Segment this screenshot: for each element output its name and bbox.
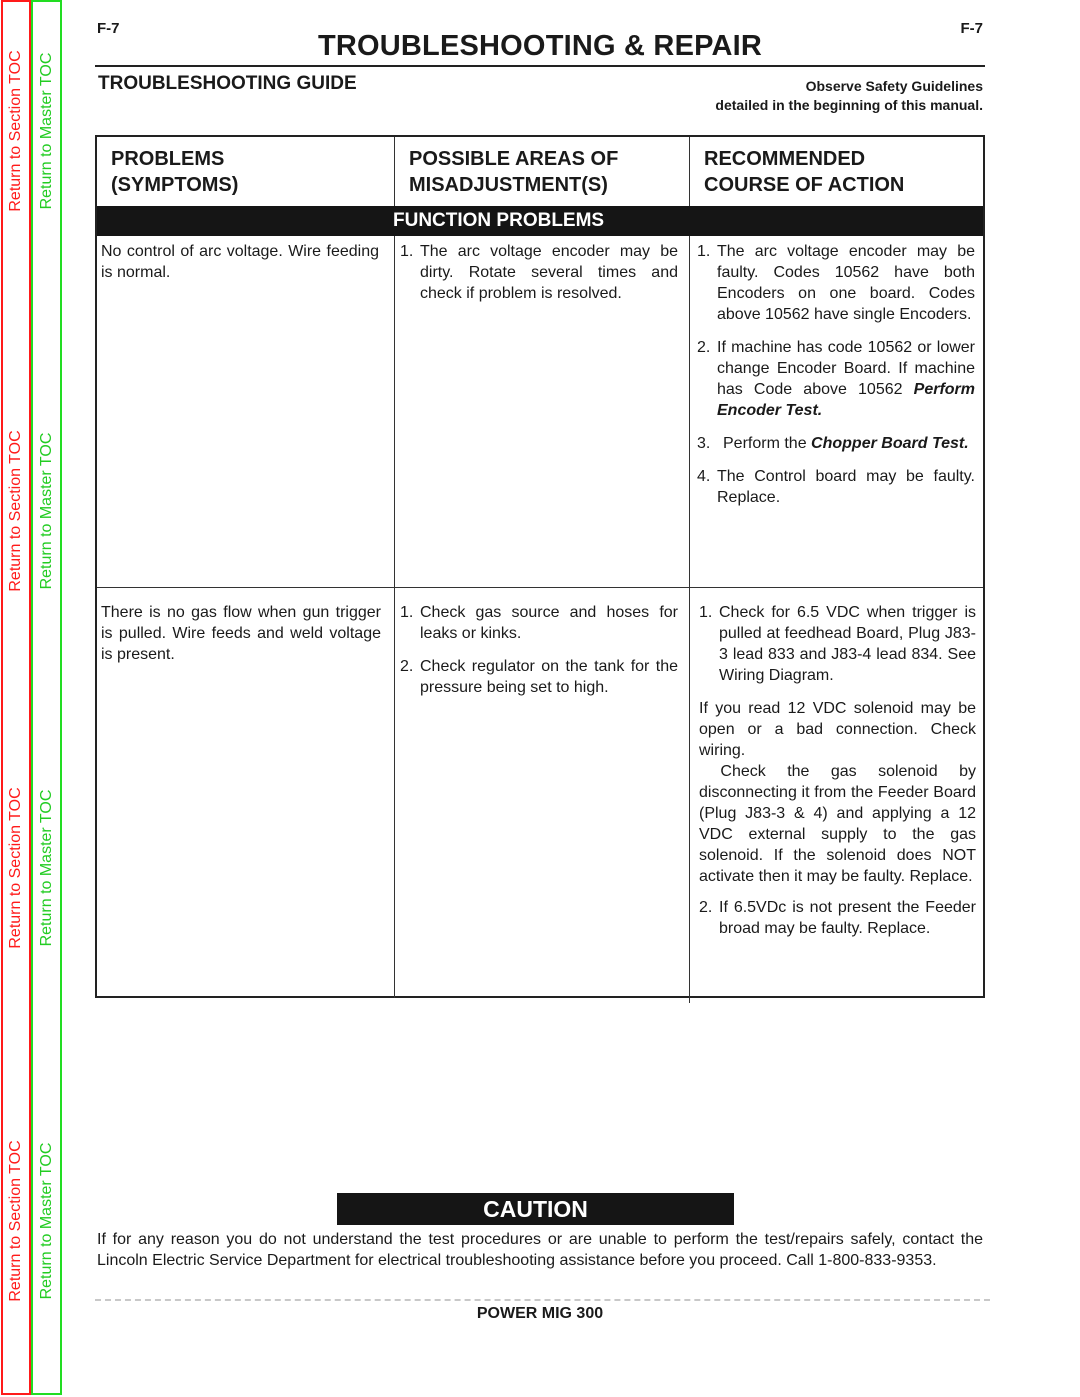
- return-to-section-toc-link[interactable]: Return to Section TOC: [7, 1140, 25, 1301]
- return-to-section-toc-link[interactable]: Return to Section TOC: [7, 430, 25, 591]
- action-paragraph: If you read 12 VDC solenoid may be open …: [699, 700, 976, 759]
- item-number: 2.: [697, 339, 711, 356]
- item-text-plain: Perform the: [723, 435, 807, 452]
- row-divider: [97, 587, 983, 588]
- item-number: 1.: [697, 243, 711, 260]
- item-number: 2.: [699, 899, 713, 916]
- list-item: 1. Check for 6.5 VDC when trigger is pul…: [699, 602, 976, 686]
- item-text: The arc voltage encoder may be dirty. Ro…: [420, 243, 678, 302]
- column-header-line: RECOMMENDED: [704, 148, 866, 170]
- return-to-master-toc-link[interactable]: Return to Master TOC: [38, 790, 56, 947]
- safety-note-line-2: detailed in the beginning of this manual…: [715, 97, 983, 113]
- caution-banner: CAUTION: [337, 1193, 734, 1225]
- item-text: Perform the Chopper Board Test.: [717, 433, 975, 454]
- item-text: Check regulator on the tank for the pres…: [420, 658, 678, 696]
- footer-product-name: POWER MIG 300: [476, 1305, 604, 1322]
- item-text: Check for 6.5 VDC when trigger is pulled…: [719, 604, 976, 684]
- item-text: Check gas source and hoses for leaks or …: [420, 604, 678, 642]
- footer-divider: [95, 1299, 990, 1301]
- item-text: The arc voltage encoder may be faulty. C…: [717, 243, 975, 323]
- column-divider: [689, 137, 690, 206]
- list-item: 4. The Control board may be faulty. Repl…: [697, 466, 975, 508]
- list-item: 1. Check gas source and hoses for leaks …: [400, 602, 678, 644]
- master-toc-bar: Return to Master TOC Return to Master TO…: [31, 0, 62, 1395]
- list-item: 2. Check regulator on the tank for the p…: [400, 656, 678, 698]
- safety-note: Observe Safety Guidelines detailed in th…: [715, 77, 983, 115]
- return-to-master-toc-link[interactable]: Return to Master TOC: [38, 53, 56, 210]
- list-item: 1. The arc voltage encoder may be dirty.…: [400, 241, 678, 304]
- column-divider: [394, 236, 395, 998]
- column-header-line: (SYMPTOMS): [111, 174, 239, 196]
- list-item: 2. If machine has code 10562 or lower ch…: [697, 337, 975, 421]
- column-header-line: PROBLEMS: [111, 148, 225, 170]
- category-band: FUNCTION PROBLEMS: [97, 206, 983, 236]
- item-number: 1.: [400, 604, 414, 621]
- procedure-reference: Chopper Board Test.: [811, 435, 969, 452]
- return-to-master-toc-link[interactable]: Return to Master TOC: [38, 1143, 56, 1300]
- item-text: The Control board may be faulty. Replace…: [717, 468, 975, 506]
- return-to-master-toc-link[interactable]: Return to Master TOC: [38, 433, 56, 590]
- item-text: If 6.5VDc is not present the Feeder broa…: [719, 899, 976, 937]
- table-row-2-problem: There is no gas flow when gun trigger is…: [101, 604, 381, 663]
- item-number: 4.: [697, 468, 711, 485]
- action-paragraph: Check the gas solenoid by disconnecting …: [699, 763, 981, 885]
- column-header-line: MISADJUSTMENT(S): [409, 174, 608, 196]
- page-title: TROUBLESHOOTING & REPAIR: [95, 30, 985, 67]
- table-row-2-actions: 1. Check for 6.5 VDC when trigger is pul…: [699, 602, 976, 951]
- column-header-line: POSSIBLE AREAS OF: [409, 148, 619, 170]
- item-number: 1.: [699, 604, 713, 621]
- table-row-1-areas: 1. The arc voltage encoder may be dirty.…: [400, 241, 678, 316]
- caution-text: If for any reason you do not understand …: [97, 1231, 983, 1269]
- return-to-section-toc-link[interactable]: Return to Section TOC: [7, 787, 25, 948]
- item-number: 2.: [400, 658, 414, 675]
- column-header-problems: PROBLEMS (SYMPTOMS): [97, 137, 395, 206]
- column-header-areas: POSSIBLE AREAS OF MISADJUSTMENT(S): [395, 137, 690, 206]
- list-item: 3. Perform the Chopper Board Test.: [697, 433, 975, 454]
- item-number: 3.: [697, 435, 711, 452]
- table-row-2-areas: 1. Check gas source and hoses for leaks …: [400, 602, 678, 710]
- item-number: 1.: [400, 243, 414, 260]
- list-item: 1. The arc voltage encoder may be faulty…: [697, 241, 975, 325]
- return-to-section-toc-link[interactable]: Return to Section TOC: [7, 50, 25, 211]
- column-header-actions: RECOMMENDED COURSE OF ACTION: [690, 137, 983, 206]
- column-divider: [394, 137, 395, 206]
- table-row-1-problem: No control of arc voltage. Wire feeding …: [101, 243, 379, 281]
- item-text: If machine has code 10562 or lower chang…: [717, 337, 975, 421]
- column-divider: [689, 236, 690, 1003]
- section-heading: TROUBLESHOOTING GUIDE: [98, 73, 357, 94]
- category-band-label: FUNCTION PROBLEMS: [393, 210, 605, 231]
- column-header-line: COURSE OF ACTION: [704, 174, 905, 196]
- safety-note-line-1: Observe Safety Guidelines: [805, 78, 983, 94]
- table-row-1-actions: 1. The arc voltage encoder may be faulty…: [697, 241, 975, 520]
- section-toc-bar: Return to Section TOC Return to Section …: [1, 0, 31, 1395]
- troubleshooting-table: PROBLEMS (SYMPTOMS) POSSIBLE AREAS OF MI…: [95, 135, 985, 1003]
- list-item: 2. If 6.5VDc is not present the Feeder b…: [699, 897, 976, 939]
